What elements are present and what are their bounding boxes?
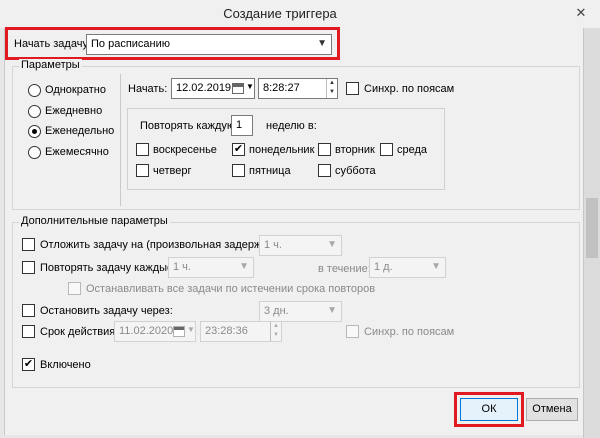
scrollbar-thumb[interactable] bbox=[586, 198, 598, 258]
expire-date-picker[interactable]: 11.02.2020 ▼ bbox=[114, 321, 196, 342]
window-title: Создание триггера bbox=[223, 6, 337, 21]
calendar-icon[interactable] bbox=[232, 83, 244, 94]
day-friday-label: пятница bbox=[249, 165, 291, 177]
repeat-task-checkbox[interactable] bbox=[22, 261, 35, 274]
stop-after-value: 3 дн. bbox=[264, 305, 289, 317]
start-time-value: 8:28:27 bbox=[263, 82, 300, 94]
repeat-every-value: 1 bbox=[236, 119, 243, 131]
day-sunday-checkbox[interactable] bbox=[136, 143, 149, 156]
repeat-every-label: Повторять каждую bbox=[140, 120, 236, 132]
time-spinner[interactable]: ▲ ▼ bbox=[326, 79, 337, 98]
radio-once-label: Однократно bbox=[45, 84, 106, 96]
expire-checkbox[interactable] bbox=[22, 325, 35, 338]
day-monday-label: понедельник bbox=[249, 144, 315, 156]
close-icon[interactable]: ✕ bbox=[572, 5, 590, 23]
chevron-down-icon: ▼ bbox=[246, 82, 254, 91]
expire-sync-label: Синхр. по поясам bbox=[364, 326, 455, 338]
radio-monthly-label: Ежемесячно bbox=[45, 146, 109, 158]
expire-time-value: 23:28:36 bbox=[205, 325, 248, 337]
spin-up-icon[interactable]: ▲ bbox=[271, 322, 281, 331]
params-legend: Параметры bbox=[19, 59, 82, 71]
radio-daily[interactable] bbox=[28, 105, 41, 118]
day-friday-checkbox[interactable] bbox=[232, 164, 245, 177]
delay-checkbox[interactable] bbox=[22, 238, 35, 251]
radio-weekly[interactable] bbox=[28, 125, 41, 138]
stop-after-label: Остановить задачу через: bbox=[40, 305, 173, 317]
enabled-checkbox[interactable]: ✔ bbox=[22, 358, 35, 371]
day-monday-checkbox[interactable]: ✔ bbox=[232, 143, 245, 156]
delay-value: 1 ч. bbox=[264, 239, 282, 251]
start-label: Начать: bbox=[128, 83, 168, 95]
begin-task-highlight bbox=[5, 27, 340, 60]
day-wednesday-label: среда bbox=[397, 144, 428, 156]
day-wednesday-checkbox[interactable] bbox=[380, 143, 393, 156]
chevron-down-icon: ▼ bbox=[187, 325, 195, 334]
delay-label: Отложить задачу на (произвольная задержк… bbox=[40, 239, 280, 251]
repeat-task-label: Повторять задачу каждые: bbox=[40, 262, 177, 274]
chevron-down-icon: ▼ bbox=[327, 305, 337, 316]
repeat-interval-select[interactable]: 1 ч. ▼ bbox=[168, 257, 254, 278]
repeat-duration-select[interactable]: 1 д. ▼ bbox=[369, 257, 446, 278]
start-time-input[interactable]: 8:28:27 ▲ ▼ bbox=[258, 78, 338, 99]
radio-selected-dot bbox=[32, 129, 37, 134]
title-bar: Создание триггера ✕ bbox=[0, 0, 600, 28]
repeat-interval-value: 1 ч. bbox=[173, 261, 191, 273]
advanced-legend: Дополнительные параметры bbox=[19, 215, 170, 227]
expire-sync-checkbox[interactable] bbox=[346, 325, 359, 338]
sync-timezone-checkbox[interactable] bbox=[346, 82, 359, 95]
repeat-every-input[interactable]: 1 bbox=[231, 115, 253, 136]
day-tuesday-label: вторник bbox=[335, 144, 375, 156]
chevron-down-icon: ▼ bbox=[431, 261, 441, 272]
ok-button-highlight bbox=[454, 392, 524, 427]
radio-weekly-label: Еженедельно bbox=[45, 125, 115, 137]
day-thursday-label: четверг bbox=[153, 165, 192, 177]
spin-down-icon[interactable]: ▼ bbox=[327, 88, 337, 97]
enabled-label: Включено bbox=[40, 359, 91, 371]
calendar-icon[interactable] bbox=[173, 326, 185, 337]
stop-after-checkbox[interactable] bbox=[22, 304, 35, 317]
params-divider bbox=[120, 74, 121, 206]
radio-monthly[interactable] bbox=[28, 146, 41, 159]
chevron-down-icon: ▼ bbox=[327, 239, 337, 250]
expire-date-value: 11.02.2020 bbox=[119, 325, 174, 337]
background-scrollbar[interactable] bbox=[583, 28, 600, 438]
chevron-down-icon: ▼ bbox=[239, 261, 249, 272]
stop-all-checkbox[interactable] bbox=[68, 282, 81, 295]
day-saturday-checkbox[interactable] bbox=[318, 164, 331, 177]
expire-time-input[interactable]: 23:28:36 ▲ ▼ bbox=[200, 321, 282, 342]
delay-select[interactable]: 1 ч. ▼ bbox=[259, 235, 342, 256]
day-sunday-label: воскресенье bbox=[153, 144, 217, 156]
repeat-duration-value: 1 д. bbox=[374, 261, 393, 273]
stop-after-select[interactable]: 3 дн. ▼ bbox=[259, 301, 342, 322]
week-label: неделю в: bbox=[266, 120, 317, 132]
spin-down-icon[interactable]: ▼ bbox=[271, 331, 281, 340]
during-label: в течение: bbox=[318, 263, 371, 275]
cancel-button[interactable]: Отмена bbox=[526, 398, 578, 421]
day-thursday-checkbox[interactable] bbox=[136, 164, 149, 177]
radio-once[interactable] bbox=[28, 84, 41, 97]
sync-timezone-label: Синхр. по поясам bbox=[364, 83, 455, 95]
day-tuesday-checkbox[interactable] bbox=[318, 143, 331, 156]
start-date-picker[interactable]: 12.02.2019 ▼ bbox=[171, 78, 255, 99]
stop-all-label: Останавливать все задачи по истечении ср… bbox=[86, 283, 376, 295]
start-date-value: 12.02.2019 bbox=[176, 82, 232, 94]
time-spinner[interactable]: ▲ ▼ bbox=[270, 322, 281, 341]
radio-daily-label: Ежедневно bbox=[45, 105, 103, 117]
spin-up-icon[interactable]: ▲ bbox=[327, 79, 337, 88]
expire-label: Срок действия: bbox=[40, 326, 119, 338]
day-saturday-label: суббота bbox=[335, 165, 376, 177]
